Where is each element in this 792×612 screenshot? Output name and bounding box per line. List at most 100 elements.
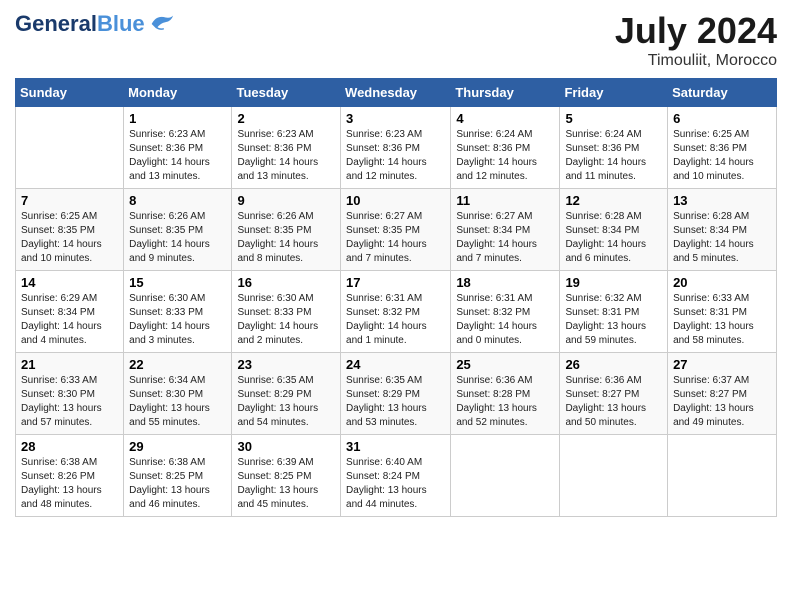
day-cell: 27Sunrise: 6:37 AM Sunset: 8:27 PM Dayli… bbox=[668, 353, 777, 435]
day-cell: 28 Sunrise: 6:38 AM Sunset: 8:26 PM Dayli… bbox=[16, 435, 124, 517]
day-number: 4 bbox=[456, 111, 554, 126]
day-info: Sunrise: 6:36 AM Sunset: 8:27 PM Dayligh… bbox=[565, 374, 662, 430]
day-cell: 19 Sunrise: 6:32 AM Sunset: 8:31 PM Dayli… bbox=[560, 271, 668, 353]
day-info: Sunrise: 6:23 AM Sunset: 8:36 PM Dayligh… bbox=[237, 128, 335, 184]
day-cell: 8Sunrise: 6:26 AM Sunset: 8:35 PM Daylig… bbox=[124, 189, 232, 271]
day-cell: 21Sunrise: 6:33 AM Sunset: 8:30 PM Dayli… bbox=[16, 353, 124, 435]
day-info: Sunrise: 6:39 AM Sunset: 8:25 PM Dayligh… bbox=[237, 456, 335, 512]
day-number: 13 bbox=[673, 193, 771, 208]
day-number: 2 bbox=[237, 111, 335, 126]
day-info: Sunrise: 6:25 AM Sunset: 8:36 PM Dayligh… bbox=[673, 128, 771, 184]
col-wednesday: Wednesday bbox=[341, 79, 451, 107]
day-info: Sunrise: 6:30 AM Sunset: 8:33 PM Dayligh… bbox=[237, 292, 335, 348]
day-cell: 22 Sunrise: 6:34 AM Sunset: 8:30 PM Dayli… bbox=[124, 353, 232, 435]
week-row-5: 28 Sunrise: 6:38 AM Sunset: 8:26 PM Dayli… bbox=[16, 435, 777, 517]
day-cell bbox=[451, 435, 560, 517]
day-number: 8 bbox=[129, 193, 226, 208]
col-saturday: Saturday bbox=[668, 79, 777, 107]
day-info: Sunrise: 6:28 AM Sunset: 8:34 PM Dayligh… bbox=[565, 210, 662, 266]
logo-bird-icon bbox=[147, 10, 175, 38]
day-info: Sunrise: 6:27 AM Sunset: 8:34 PM Dayligh… bbox=[456, 210, 554, 266]
day-info: Sunrise: 6:23 AM Sunset: 8:36 PM Dayligh… bbox=[346, 128, 445, 184]
col-monday: Monday bbox=[124, 79, 232, 107]
day-info: Sunrise: 6:36 AM Sunset: 8:28 PM Dayligh… bbox=[456, 374, 554, 430]
day-info: Sunrise: 6:23 AM Sunset: 8:36 PM Dayligh… bbox=[129, 128, 226, 184]
day-cell: 24 Sunrise: 6:35 AM Sunset: 8:29 PM Dayli… bbox=[341, 353, 451, 435]
day-number: 10 bbox=[346, 193, 445, 208]
day-cell bbox=[560, 435, 668, 517]
day-info: Sunrise: 6:32 AM Sunset: 8:31 PM Dayligh… bbox=[565, 292, 662, 348]
week-row-1: 1 Sunrise: 6:23 AM Sunset: 8:36 PM Daylig… bbox=[16, 107, 777, 189]
day-number: 25 bbox=[456, 357, 554, 372]
day-cell: 20Sunrise: 6:33 AM Sunset: 8:31 PM Dayli… bbox=[668, 271, 777, 353]
day-number: 14 bbox=[21, 275, 118, 290]
week-row-4: 21Sunrise: 6:33 AM Sunset: 8:30 PM Dayli… bbox=[16, 353, 777, 435]
col-tuesday: Tuesday bbox=[232, 79, 341, 107]
calendar-body: 1 Sunrise: 6:23 AM Sunset: 8:36 PM Daylig… bbox=[16, 107, 777, 517]
header-row: Sunday Monday Tuesday Wednesday Thursday… bbox=[16, 79, 777, 107]
day-info: Sunrise: 6:31 AM Sunset: 8:32 PM Dayligh… bbox=[346, 292, 445, 348]
day-number: 20 bbox=[673, 275, 771, 290]
day-info: Sunrise: 6:38 AM Sunset: 8:25 PM Dayligh… bbox=[129, 456, 226, 512]
day-number: 19 bbox=[565, 275, 662, 290]
day-cell: 10 Sunrise: 6:27 AM Sunset: 8:35 PM Dayli… bbox=[341, 189, 451, 271]
day-number: 28 bbox=[21, 439, 118, 454]
day-number: 30 bbox=[237, 439, 335, 454]
day-info: Sunrise: 6:35 AM Sunset: 8:29 PM Dayligh… bbox=[346, 374, 445, 430]
logo: GeneralBlue bbox=[15, 10, 175, 38]
day-info: Sunrise: 6:40 AM Sunset: 8:24 PM Dayligh… bbox=[346, 456, 445, 512]
day-info: Sunrise: 6:24 AM Sunset: 8:36 PM Dayligh… bbox=[456, 128, 554, 184]
day-number: 24 bbox=[346, 357, 445, 372]
day-cell: 17Sunrise: 6:31 AM Sunset: 8:32 PM Dayli… bbox=[341, 271, 451, 353]
day-number: 23 bbox=[237, 357, 335, 372]
day-number: 18 bbox=[456, 275, 554, 290]
day-number: 27 bbox=[673, 357, 771, 372]
day-number: 21 bbox=[21, 357, 118, 372]
day-info: Sunrise: 6:29 AM Sunset: 8:34 PM Dayligh… bbox=[21, 292, 118, 348]
day-number: 22 bbox=[129, 357, 226, 372]
day-cell: 12 Sunrise: 6:28 AM Sunset: 8:34 PM Dayli… bbox=[560, 189, 668, 271]
day-cell: 11 Sunrise: 6:27 AM Sunset: 8:34 PM Dayli… bbox=[451, 189, 560, 271]
logo-text: GeneralBlue bbox=[15, 12, 145, 36]
day-info: Sunrise: 6:27 AM Sunset: 8:35 PM Dayligh… bbox=[346, 210, 445, 266]
day-cell: 13 Sunrise: 6:28 AM Sunset: 8:34 PM Dayli… bbox=[668, 189, 777, 271]
day-number: 29 bbox=[129, 439, 226, 454]
day-cell: 15Sunrise: 6:30 AM Sunset: 8:33 PM Dayli… bbox=[124, 271, 232, 353]
col-sunday: Sunday bbox=[16, 79, 124, 107]
day-cell: 30 Sunrise: 6:39 AM Sunset: 8:25 PM Dayli… bbox=[232, 435, 341, 517]
day-cell: 16 Sunrise: 6:30 AM Sunset: 8:33 PM Dayli… bbox=[232, 271, 341, 353]
day-number: 3 bbox=[346, 111, 445, 126]
day-cell bbox=[668, 435, 777, 517]
page-container: GeneralBlue July 2024 Timouliit, Morocco… bbox=[0, 0, 792, 527]
day-cell: 4 Sunrise: 6:24 AM Sunset: 8:36 PM Daylig… bbox=[451, 107, 560, 189]
day-number: 12 bbox=[565, 193, 662, 208]
title-area: July 2024 Timouliit, Morocco bbox=[615, 10, 777, 70]
day-cell: 31Sunrise: 6:40 AM Sunset: 8:24 PM Dayli… bbox=[341, 435, 451, 517]
header: GeneralBlue July 2024 Timouliit, Morocco bbox=[15, 10, 777, 70]
day-cell: 23Sunrise: 6:35 AM Sunset: 8:29 PM Dayli… bbox=[232, 353, 341, 435]
day-number: 9 bbox=[237, 193, 335, 208]
calendar-table: Sunday Monday Tuesday Wednesday Thursday… bbox=[15, 78, 777, 517]
day-info: Sunrise: 6:25 AM Sunset: 8:35 PM Dayligh… bbox=[21, 210, 118, 266]
day-cell: 9Sunrise: 6:26 AM Sunset: 8:35 PM Daylig… bbox=[232, 189, 341, 271]
day-info: Sunrise: 6:34 AM Sunset: 8:30 PM Dayligh… bbox=[129, 374, 226, 430]
day-cell bbox=[16, 107, 124, 189]
day-info: Sunrise: 6:38 AM Sunset: 8:26 PM Dayligh… bbox=[21, 456, 118, 512]
day-cell: 3 Sunrise: 6:23 AM Sunset: 8:36 PM Daylig… bbox=[341, 107, 451, 189]
day-cell: 1 Sunrise: 6:23 AM Sunset: 8:36 PM Daylig… bbox=[124, 107, 232, 189]
day-cell: 14 Sunrise: 6:29 AM Sunset: 8:34 PM Dayli… bbox=[16, 271, 124, 353]
day-cell: 7 Sunrise: 6:25 AM Sunset: 8:35 PM Daylig… bbox=[16, 189, 124, 271]
day-number: 7 bbox=[21, 193, 118, 208]
day-number: 1 bbox=[129, 111, 226, 126]
day-cell: 6Sunrise: 6:25 AM Sunset: 8:36 PM Daylig… bbox=[668, 107, 777, 189]
month-title: July 2024 bbox=[615, 10, 777, 52]
day-cell: 5Sunrise: 6:24 AM Sunset: 8:36 PM Daylig… bbox=[560, 107, 668, 189]
day-number: 16 bbox=[237, 275, 335, 290]
week-row-3: 14 Sunrise: 6:29 AM Sunset: 8:34 PM Dayli… bbox=[16, 271, 777, 353]
location-subtitle: Timouliit, Morocco bbox=[615, 52, 777, 70]
day-cell: 25 Sunrise: 6:36 AM Sunset: 8:28 PM Dayli… bbox=[451, 353, 560, 435]
week-row-2: 7 Sunrise: 6:25 AM Sunset: 8:35 PM Daylig… bbox=[16, 189, 777, 271]
day-info: Sunrise: 6:28 AM Sunset: 8:34 PM Dayligh… bbox=[673, 210, 771, 266]
day-number: 5 bbox=[565, 111, 662, 126]
day-number: 11 bbox=[456, 193, 554, 208]
